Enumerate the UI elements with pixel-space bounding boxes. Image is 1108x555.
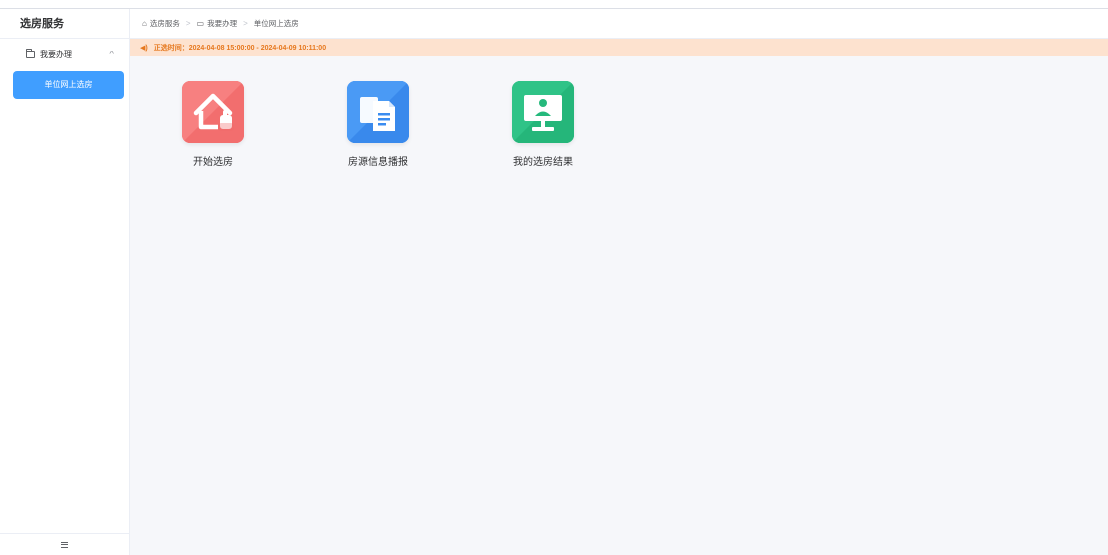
sidebar-title: 选房服务	[0, 9, 129, 39]
breadcrumb-label: 我要办理	[207, 19, 238, 28]
tile-start-selection[interactable]: 开始选房	[168, 81, 258, 168]
tile-my-selection-result[interactable]: 我的选房结果	[498, 81, 588, 168]
breadcrumb: ⌂ 选房服务 > ▭ 我要办理 > 单位网上选房	[130, 9, 1108, 39]
tile-label: 房源信息播报	[348, 157, 408, 168]
folder-icon: ▭	[196, 19, 205, 28]
speaker-icon: ◀)	[140, 44, 148, 52]
folder-icon	[26, 48, 35, 58]
tile-label: 开始选房	[193, 157, 233, 168]
breadcrumb-label: 单位网上选房	[253, 19, 299, 28]
chevron-up-icon: ^	[109, 50, 114, 58]
breadcrumb-item-todo[interactable]: ▭ 我要办理	[197, 18, 238, 29]
menu-group-label: 我要办理	[40, 49, 72, 59]
documents-icon[interactable]	[347, 81, 409, 143]
sidebar-item-online-selection[interactable]: 单位网上选房	[13, 71, 124, 99]
notice-text: 正选时间：2024-04-08 15:00:00 - 2024-04-09 10…	[153, 44, 327, 52]
sidebar: 选房服务 我要办理 ^ 单位网上选房	[0, 9, 130, 555]
breadcrumb-separator: >	[185, 19, 191, 28]
tile-housing-broadcast[interactable]: 房源信息播报	[333, 81, 423, 168]
breadcrumb-label: 选房服务	[149, 19, 180, 28]
collapse-menu-icon[interactable]	[61, 541, 68, 548]
main-content: 开始选房 房源信息播报 我的选房结果	[130, 56, 1108, 555]
breadcrumb-item-current: 单位网上选房	[254, 18, 299, 29]
notice-bar: ◀) 正选时间：2024-04-08 15:00:00 - 2024-04-09…	[130, 39, 1108, 56]
breadcrumb-item-home[interactable]: ⌂ 选房服务	[142, 18, 180, 29]
menu-group-todo[interactable]: 我要办理 ^	[0, 39, 129, 69]
monitor-user-icon[interactable]	[512, 81, 574, 143]
tile-label: 我的选房结果	[513, 157, 573, 168]
breadcrumb-separator: >	[243, 19, 248, 28]
home-icon: ⌂	[142, 19, 147, 28]
sidebar-footer	[0, 533, 129, 555]
house-click-icon[interactable]	[182, 81, 244, 143]
